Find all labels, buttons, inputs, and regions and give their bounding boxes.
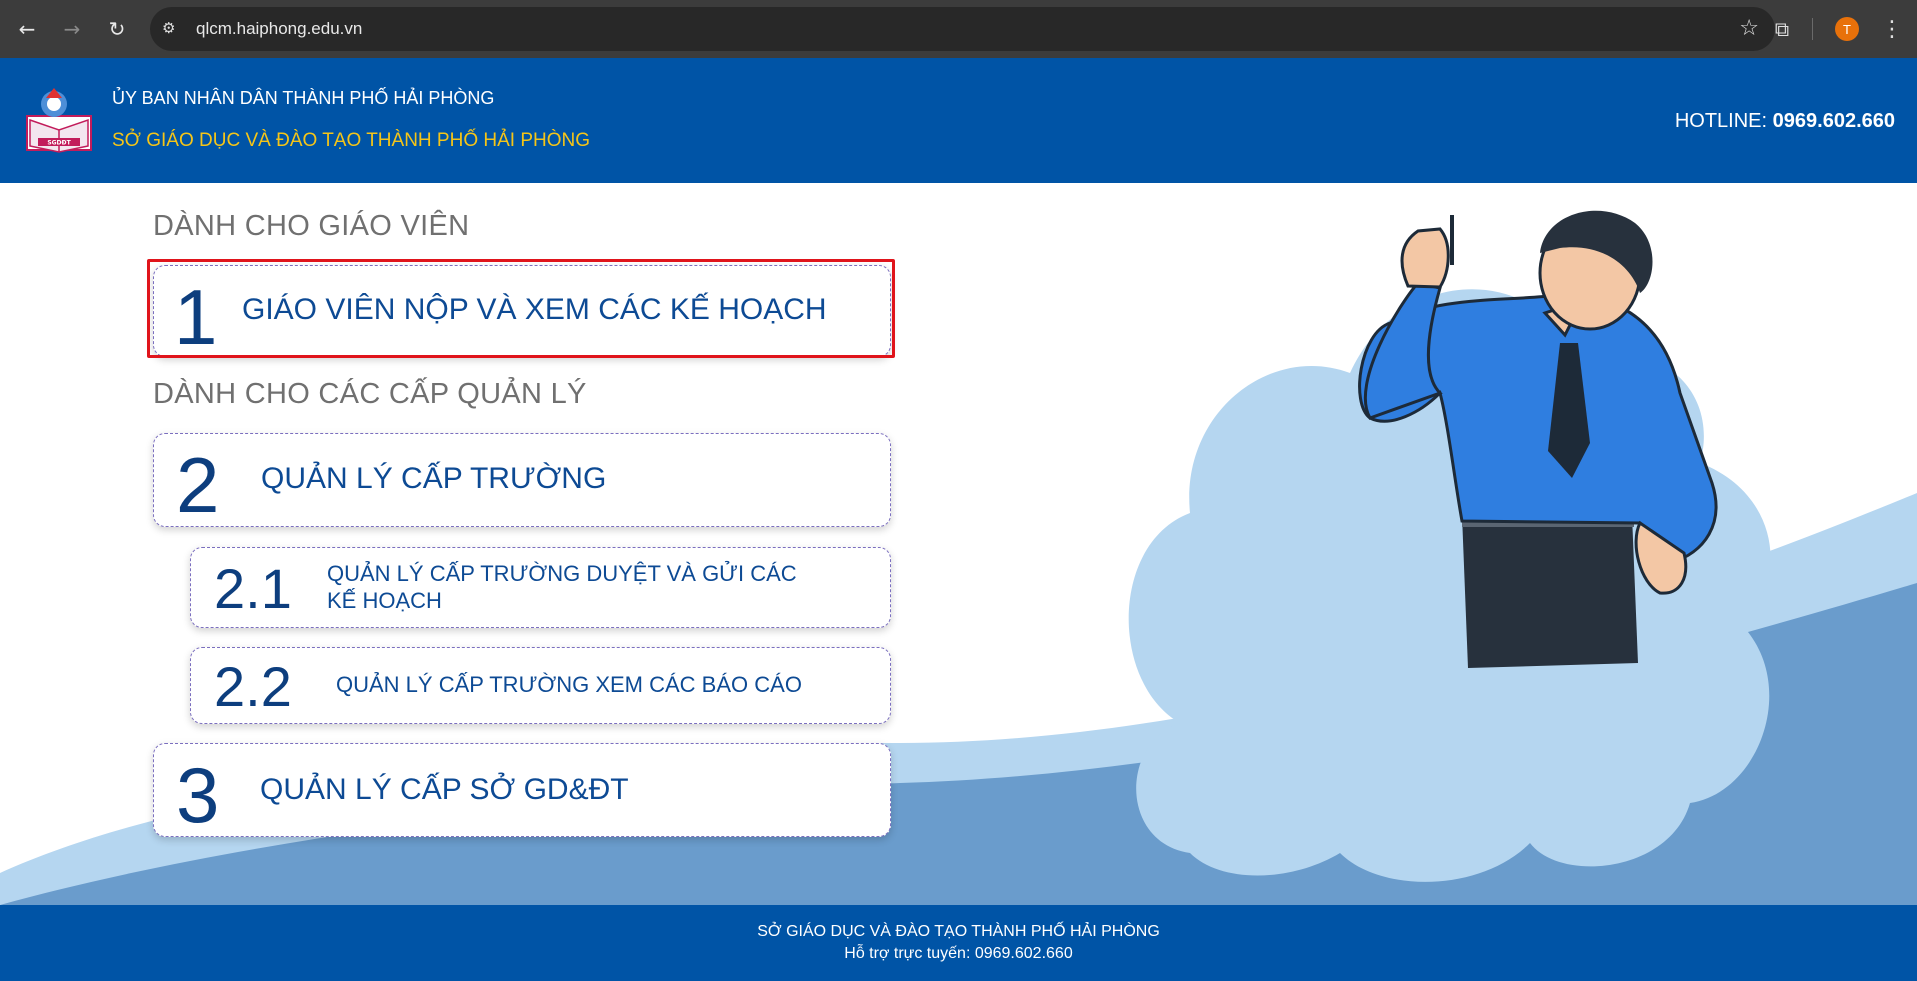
person-hand <box>1400 227 1450 289</box>
card-department-management[interactable]: 3 QUẢN LÝ CẤP SỞ GD&ĐT <box>153 743 891 839</box>
org-name-line2: SỞ GIÁO DỤC VÀ ĐÀO TẠO THÀNH PHỐ HẢI PHÒ… <box>112 130 590 151</box>
browser-toolbar: ← → ↻ ⚙ qlcm.haiphong.edu.vn ☆ ⧉ T ⋮ <box>0 0 1917 58</box>
manager-section-title: DÀNH CHO CÁC CẤP QUẢN LÝ <box>153 378 587 410</box>
site-header: SGDĐT ỦY BAN NHÂN DÂN THÀNH PHỐ HẢI PHÒN… <box>0 58 1917 183</box>
toolbar-divider <box>1812 18 1813 40</box>
url-text[interactable]: qlcm.haiphong.edu.vn <box>196 19 362 39</box>
department-logo: SGDĐT <box>26 88 92 153</box>
reload-icon[interactable]: ↻ <box>100 12 134 46</box>
person-arm <box>1363 281 1443 420</box>
logo-text: SGDĐT <box>47 140 71 147</box>
site-info-icon[interactable]: ⚙ <box>162 19 184 39</box>
card-label: QUẢN LÝ CẤP TRƯỜNG <box>261 462 607 495</box>
back-icon[interactable]: ← <box>10 12 44 46</box>
card-school-view-reports[interactable]: 2.2 QUẢN LÝ CẤP TRƯỜNG XEM CÁC BÁO CÁO <box>190 647 891 724</box>
hotline-number[interactable]: 0969.602.660 <box>1773 110 1895 132</box>
person-pants <box>1462 515 1638 668</box>
org-name-line1: ỦY BAN NHÂN DÂN THÀNH PHỐ HẢI PHÒNG <box>112 88 495 108</box>
address-bar[interactable]: ⚙ qlcm.haiphong.edu.vn ☆ <box>150 7 1775 51</box>
card-number: 2.1 <box>214 557 292 620</box>
card-number: 2.2 <box>214 655 292 718</box>
card-school-approve-plans[interactable]: 2.1 QUẢN LÝ CẤP TRƯỜNG DUYỆT VÀ GỬI CÁC … <box>190 547 891 628</box>
card-number: 2 <box>176 441 220 529</box>
hotline-label: HOTLINE: <box>1674 110 1768 132</box>
teacher-section-title: DÀNH CHO GIÁO VIÊN <box>153 210 470 242</box>
card-number: 3 <box>176 751 220 839</box>
site-footer: SỞ GIÁO DỤC VÀ ĐÀO TẠO THÀNH PHỐ HẢI PHÒ… <box>0 905 1917 981</box>
profile-avatar[interactable]: T <box>1835 17 1859 41</box>
hotline: HOTLINE: 0969.602.660 <box>1675 110 1895 133</box>
selection-highlight <box>147 259 895 358</box>
footer-support: Hỗ trợ trực tuyến: 0969.602.660 <box>844 945 1073 962</box>
forward-icon[interactable]: → <box>55 12 89 46</box>
extensions-icon[interactable]: ⧉ <box>1765 12 1799 46</box>
footer-org-name: SỞ GIÁO DỤC VÀ ĐÀO TẠO THÀNH PHỐ HẢI PHÒ… <box>757 923 1160 940</box>
card-label: QUẢN LÝ CẤP TRƯỜNG XEM CÁC BÁO CÁO <box>336 672 802 697</box>
star-icon[interactable]: ☆ <box>1739 16 1759 41</box>
menu-icon[interactable]: ⋮ <box>1880 12 1904 46</box>
card-label: QUẢN LÝ CẤP SỞ GD&ĐT <box>260 773 629 806</box>
card-school-management[interactable]: 2 QUẢN LÝ CẤP TRƯỜNG <box>153 433 891 529</box>
card-label: QUẢN LÝ CẤP TRƯỜNG DUYỆT VÀ GỬI CÁC KẾ H… <box>327 561 797 613</box>
